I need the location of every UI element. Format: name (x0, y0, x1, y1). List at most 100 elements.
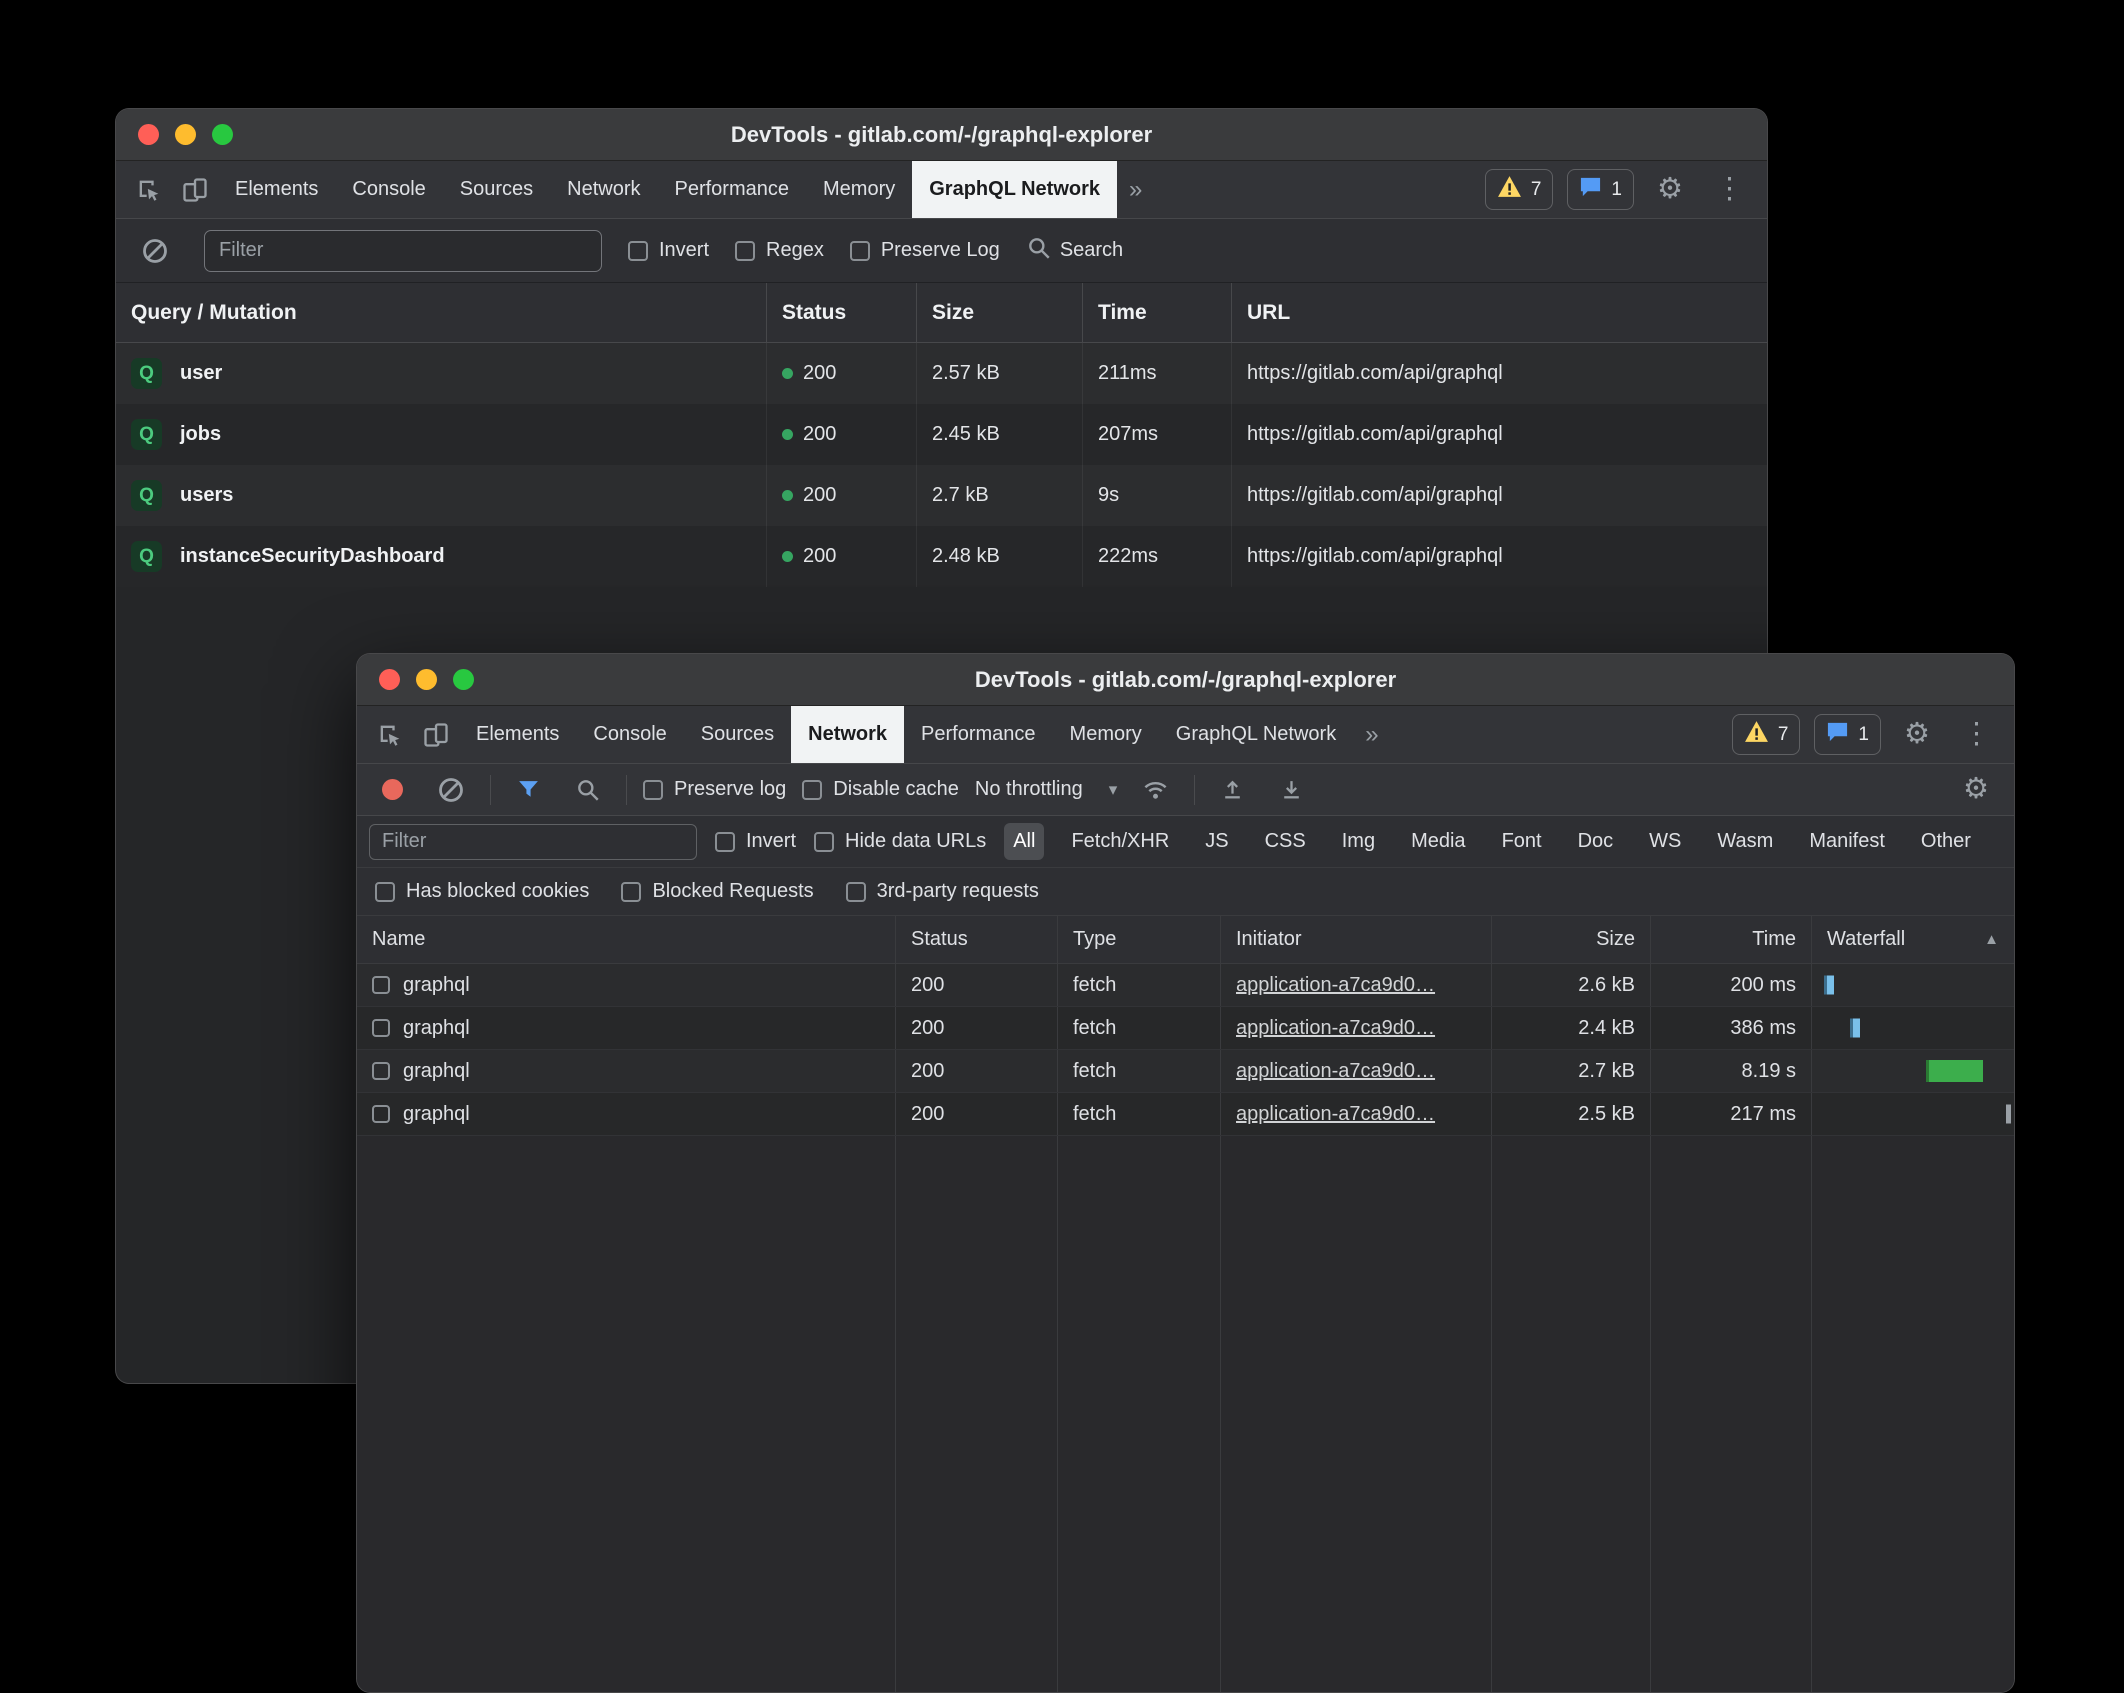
filter-chip-all[interactable]: All (1004, 823, 1044, 860)
tab-console[interactable]: Console (576, 706, 683, 763)
import-har-icon[interactable] (1211, 777, 1254, 802)
search-icon[interactable] (566, 777, 610, 803)
query-row[interactable]: Q users 200 2.7 kB 9s https://gitlab.com… (116, 465, 1767, 526)
device-toolbar-icon[interactable] (413, 721, 459, 749)
filter-input[interactable] (204, 230, 602, 272)
tab-graphql-network[interactable]: GraphQL Network (1159, 706, 1353, 763)
tab-sources[interactable]: Sources (443, 161, 550, 218)
filter-chip-js[interactable]: JS (1196, 823, 1237, 860)
col-name[interactable]: Name (357, 916, 895, 963)
query-row[interactable]: Q jobs 200 2.45 kB 207ms https://gitlab.… (116, 404, 1767, 465)
issues-badge[interactable]: 1 (1567, 169, 1634, 210)
filter-chip-other[interactable]: Other (1912, 823, 1980, 860)
warnings-badge[interactable]: 7 (1485, 169, 1554, 210)
filter-chip-img[interactable]: Img (1333, 823, 1384, 860)
initiator-link[interactable]: application-a7ca9d0… (1236, 1017, 1435, 1040)
initiator-link[interactable]: application-a7ca9d0… (1236, 1060, 1435, 1083)
settings-gear-icon[interactable]: ⚙ (1895, 720, 1939, 749)
filter-chip-font[interactable]: Font (1493, 823, 1551, 860)
col-url[interactable]: URL (1231, 283, 1767, 342)
query-row[interactable]: Q user 200 2.57 kB 211ms https://gitlab.… (116, 343, 1767, 404)
tab-sources[interactable]: Sources (684, 706, 791, 763)
clear-log-icon[interactable] (428, 776, 474, 804)
request-row[interactable]: graphql 200 fetch application-a7ca9d0… 2… (357, 1050, 2014, 1093)
col-initiator[interactable]: Initiator (1220, 916, 1491, 963)
invert-toggle[interactable]: Invert (715, 830, 796, 853)
throttling-dropdown[interactable]: No throttling ▾ (975, 778, 1117, 801)
filter-chip-ws[interactable]: WS (1640, 823, 1690, 860)
hide-data-urls-toggle[interactable]: Hide data URLs (814, 830, 986, 853)
export-har-icon[interactable] (1270, 777, 1313, 802)
tab-memory[interactable]: Memory (1053, 706, 1159, 763)
filter-chip-wasm[interactable]: Wasm (1708, 823, 1782, 860)
settings-gear-icon[interactable]: ⚙ (1648, 175, 1692, 204)
disable-cache-toggle[interactable]: Disable cache (802, 778, 959, 801)
network-filter-input[interactable] (369, 824, 697, 860)
more-tabs-icon[interactable]: » (1353, 721, 1390, 749)
hide-data-urls-checkbox[interactable] (814, 832, 834, 852)
filter-chip-doc[interactable]: Doc (1569, 823, 1623, 860)
clear-log-icon[interactable] (132, 237, 178, 265)
third-party-checkbox[interactable] (846, 882, 866, 902)
col-status[interactable]: Status (895, 916, 1057, 963)
tab-network[interactable]: Network (550, 161, 657, 218)
has-blocked-cookies-checkbox[interactable] (375, 882, 395, 902)
request-checkbox[interactable] (372, 1105, 390, 1123)
titlebar[interactable]: DevTools - gitlab.com/-/graphql-explorer (116, 109, 1767, 161)
filter-chip-manifest[interactable]: Manifest (1800, 823, 1894, 860)
col-size[interactable]: Size (1491, 916, 1650, 963)
tab-performance[interactable]: Performance (658, 161, 807, 218)
inspect-cursor-icon[interactable] (126, 176, 172, 204)
request-checkbox[interactable] (372, 1019, 390, 1037)
col-type[interactable]: Type (1057, 916, 1220, 963)
more-options-kebab-icon[interactable]: ⋮ (1706, 175, 1753, 204)
invert-checkbox[interactable] (715, 832, 735, 852)
network-conditions-icon[interactable] (1133, 776, 1178, 803)
warnings-badge[interactable]: 7 (1732, 714, 1801, 755)
initiator-link[interactable]: application-a7ca9d0… (1236, 1103, 1435, 1126)
third-party-toggle[interactable]: 3rd-party requests (846, 880, 1039, 903)
tab-memory[interactable]: Memory (806, 161, 912, 218)
tab-elements[interactable]: Elements (218, 161, 335, 218)
search-control[interactable]: Search (1026, 235, 1123, 267)
tab-network[interactable]: Network (791, 706, 904, 763)
filter-chip-media[interactable]: Media (1402, 823, 1474, 860)
has-blocked-cookies-toggle[interactable]: Has blocked cookies (375, 880, 589, 903)
request-checkbox[interactable] (372, 1062, 390, 1080)
request-row[interactable]: graphql 200 fetch application-a7ca9d0… 2… (357, 1007, 2014, 1050)
filter-chip-css[interactable]: CSS (1256, 823, 1315, 860)
col-time[interactable]: Time (1082, 283, 1231, 342)
request-row[interactable]: graphql 200 fetch application-a7ca9d0… 2… (357, 964, 2014, 1007)
blocked-requests-toggle[interactable]: Blocked Requests (621, 880, 813, 903)
network-settings-gear-icon[interactable]: ⚙ (1954, 775, 1998, 804)
filter-chip-fetch-xhr[interactable]: Fetch/XHR (1062, 823, 1178, 860)
preserve-log-toggle[interactable]: Preserve Log (850, 239, 1000, 262)
tab-console[interactable]: Console (335, 161, 442, 218)
more-tabs-icon[interactable]: » (1117, 176, 1154, 204)
filter-funnel-icon[interactable] (507, 777, 550, 802)
device-toolbar-icon[interactable] (172, 176, 218, 204)
col-query-mutation[interactable]: Query / Mutation (116, 283, 766, 342)
inspect-cursor-icon[interactable] (367, 721, 413, 749)
col-time[interactable]: Time (1650, 916, 1811, 963)
col-status[interactable]: Status (766, 283, 916, 342)
regex-toggle[interactable]: Regex (735, 239, 824, 262)
tab-elements[interactable]: Elements (459, 706, 576, 763)
titlebar[interactable]: DevTools - gitlab.com/-/graphql-explorer (357, 654, 2014, 706)
disable-cache-checkbox[interactable] (802, 780, 822, 800)
request-checkbox[interactable] (372, 976, 390, 994)
tab-graphql-network[interactable]: GraphQL Network (912, 161, 1117, 218)
tab-performance[interactable]: Performance (904, 706, 1053, 763)
preserve-log-checkbox[interactable] (643, 780, 663, 800)
minimize-button[interactable] (175, 124, 196, 145)
initiator-link[interactable]: application-a7ca9d0… (1236, 974, 1435, 997)
regex-checkbox[interactable] (735, 241, 755, 261)
zoom-button[interactable] (453, 669, 474, 690)
more-options-kebab-icon[interactable]: ⋮ (1953, 720, 2000, 749)
close-button[interactable] (379, 669, 400, 690)
blocked-requests-checkbox[interactable] (621, 882, 641, 902)
close-button[interactable] (138, 124, 159, 145)
request-row[interactable]: graphql 200 fetch application-a7ca9d0… 2… (357, 1093, 2014, 1136)
invert-toggle[interactable]: Invert (628, 239, 709, 262)
col-size[interactable]: Size (916, 283, 1082, 342)
